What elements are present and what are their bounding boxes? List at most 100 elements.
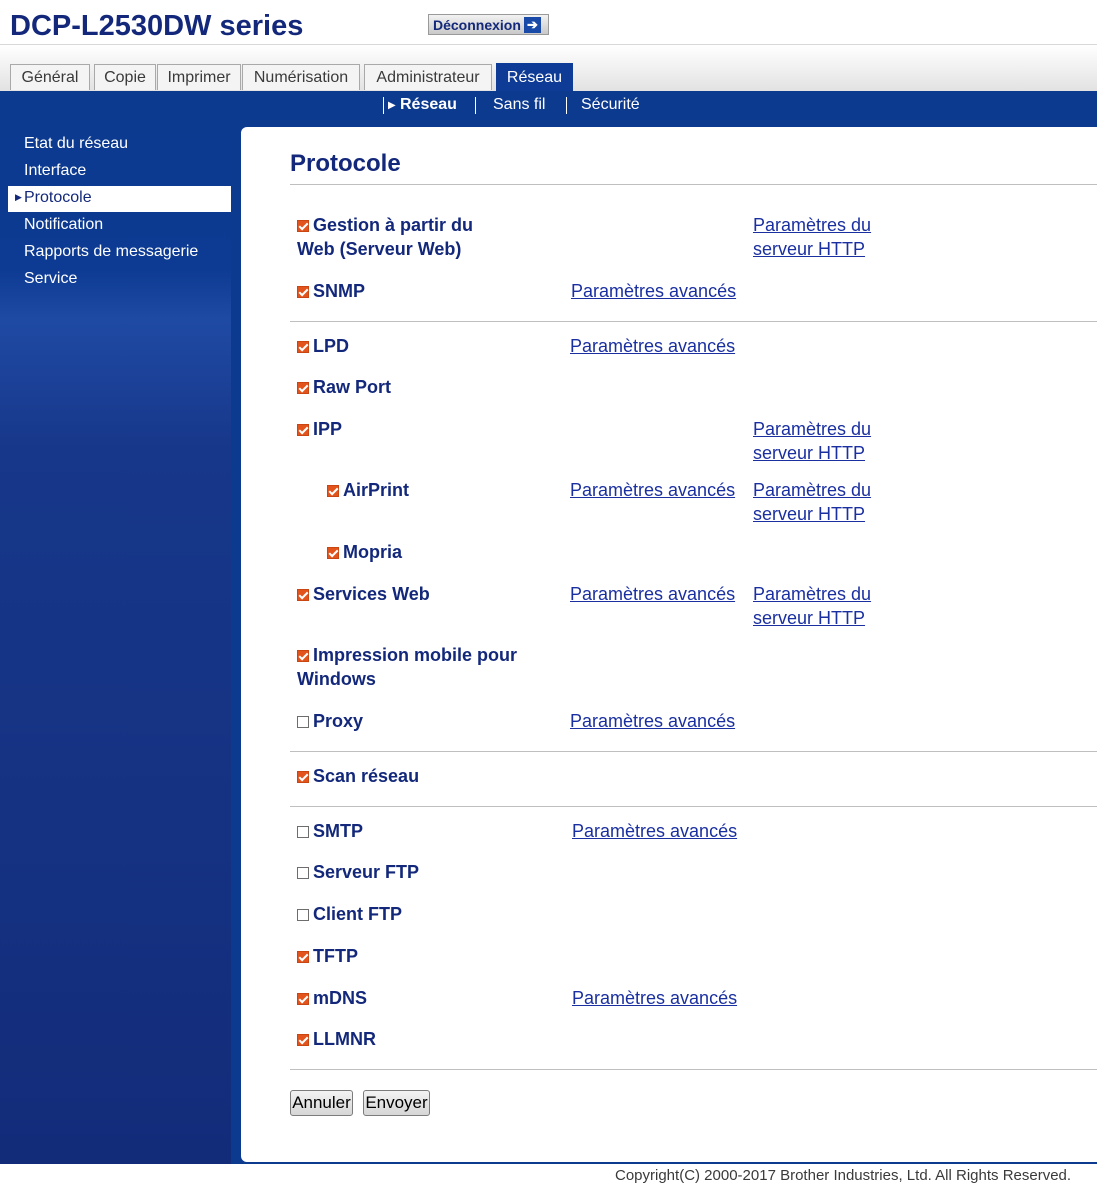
link-line: serveur HTTP — [753, 608, 866, 628]
tab-numerisation[interactable]: Numérisation — [242, 64, 360, 90]
airprint-checkbox[interactable] — [327, 485, 339, 497]
snmp-label: SNMP — [313, 281, 366, 301]
ftp-client-checkbox[interactable] — [297, 909, 309, 921]
ftp-client-label: Client FTP — [313, 904, 402, 924]
snmp-checkbox[interactable] — [297, 286, 309, 298]
subnav-item-sans-fil[interactable]: Sans fil — [493, 96, 545, 114]
subnav-item-securite[interactable]: Sécurité — [581, 96, 640, 114]
row-raw-port: Raw Port — [297, 375, 391, 399]
lpd-advanced-link[interactable]: Paramètres avancés — [570, 334, 735, 358]
sidebar-item-rapports[interactable]: Rapports de messagerie — [24, 243, 198, 261]
ftp-server-label: Serveur FTP — [313, 862, 420, 882]
mdns-advanced-link[interactable]: Paramètres avancés — [572, 986, 737, 1010]
sidebar-item-service[interactable]: Service — [24, 270, 77, 288]
scan-checkbox[interactable] — [297, 771, 309, 783]
mopria-label: Mopria — [343, 542, 403, 562]
mdns-label: mDNS — [313, 988, 368, 1008]
sidebar-item-protocole[interactable]: Protocole — [24, 189, 92, 207]
airprint-label: AirPrint — [343, 480, 410, 500]
section-divider — [290, 806, 1097, 807]
logout-label: Déconnexion — [433, 16, 521, 33]
web-services-http-settings-link[interactable]: Paramètres du serveur HTTP — [753, 582, 871, 630]
web-services-advanced-link[interactable]: Paramètres avancés — [570, 582, 735, 606]
section-divider — [290, 1069, 1097, 1070]
lpd-checkbox[interactable] — [297, 341, 309, 353]
sidebar-item-notification[interactable]: Notification — [24, 216, 103, 234]
sidebar-item-etat-reseau[interactable]: Etat du réseau — [24, 135, 128, 153]
triangle-right-icon: ▶ — [15, 192, 22, 202]
raw-port-label: Raw Port — [313, 377, 392, 397]
title-divider — [290, 184, 1097, 185]
row-mobile-print: Impression mobile pour Windows — [297, 643, 517, 691]
triangle-right-icon: ▶ — [388, 100, 396, 111]
submit-button[interactable]: Envoyer — [363, 1090, 430, 1116]
proxy-checkbox[interactable] — [297, 716, 309, 728]
model-title: DCP-L2530DW series — [10, 10, 304, 42]
tftp-checkbox[interactable] — [297, 951, 309, 963]
smtp-checkbox[interactable] — [297, 826, 309, 838]
llmnr-label: LLMNR — [313, 1029, 376, 1049]
header: DCP-L2530DW series Déconnexion ➔ — [0, 0, 1097, 45]
row-scan: Scan réseau — [297, 764, 419, 788]
row-proxy: Proxy — [297, 709, 363, 733]
ipp-label: IPP — [313, 419, 343, 439]
airprint-advanced-link[interactable]: Paramètres avancés — [570, 478, 735, 502]
proxy-advanced-link[interactable]: Paramètres avancés — [570, 709, 735, 733]
tab-imprimer[interactable]: Imprimer — [157, 64, 241, 90]
snmp-advanced-link[interactable]: Paramètres avancés — [571, 279, 736, 303]
llmnr-checkbox[interactable] — [297, 1034, 309, 1046]
mobile-print-checkbox[interactable] — [297, 650, 309, 662]
web-server-checkbox[interactable] — [297, 220, 309, 232]
proxy-label: Proxy — [313, 711, 364, 731]
tab-general[interactable]: Général — [10, 64, 90, 90]
tab-reseau[interactable]: Réseau — [496, 63, 573, 91]
mobile-print-label: Impression mobile pour — [313, 645, 518, 665]
row-airprint: AirPrint — [327, 478, 409, 502]
section-divider — [290, 321, 1097, 322]
row-ftp-server: Serveur FTP — [297, 860, 419, 884]
subnav-item-reseau[interactable]: Réseau — [400, 96, 457, 114]
sidebar-item-interface[interactable]: Interface — [24, 162, 86, 180]
mdns-checkbox[interactable] — [297, 993, 309, 1005]
ipp-checkbox[interactable] — [297, 424, 309, 436]
lpd-label: LPD — [313, 336, 349, 356]
tab-administrateur[interactable]: Administrateur — [364, 64, 492, 90]
smtp-label: SMTP — [313, 821, 364, 841]
page-title: Protocole — [290, 150, 401, 177]
tftp-label: TFTP — [313, 946, 358, 966]
web-http-settings-link[interactable]: Paramètres du serveur HTTP — [753, 213, 871, 261]
link-line: serveur HTTP — [753, 504, 866, 524]
link-line: Paramètres du — [753, 584, 872, 604]
row-ipp: IPP — [297, 417, 342, 441]
row-ftp-client: Client FTP — [297, 902, 402, 926]
sub-navigation: ▶ Réseau Sans fil Sécurité — [0, 91, 1097, 119]
subnav-divider — [383, 97, 384, 114]
copyright-text: Copyright(C) 2000-2017 Brother Industrie… — [615, 1167, 1072, 1184]
airprint-http-settings-link[interactable]: Paramètres du serveur HTTP — [753, 478, 871, 526]
raw-port-checkbox[interactable] — [297, 382, 309, 394]
tab-copie[interactable]: Copie — [94, 64, 156, 90]
section-divider — [290, 751, 1097, 752]
link-line: Paramètres du — [753, 480, 872, 500]
main-tabs: Général Copie Imprimer Numérisation Admi… — [0, 45, 1097, 91]
ipp-http-settings-link[interactable]: Paramètres du serveur HTTP — [753, 417, 871, 465]
row-web-server: Gestion à partir du Web (Serveur Web) — [297, 213, 473, 261]
mobile-print-label-2: Windows — [297, 669, 376, 689]
ftp-server-checkbox[interactable] — [297, 867, 309, 879]
row-mdns: mDNS — [297, 986, 367, 1010]
web-server-label: Gestion à partir du — [313, 215, 474, 235]
web-services-label: Services Web — [313, 584, 430, 604]
subnav-divider — [566, 97, 567, 114]
smtp-advanced-link[interactable]: Paramètres avancés — [572, 819, 737, 843]
row-mopria: Mopria — [327, 540, 402, 564]
web-services-checkbox[interactable] — [297, 589, 309, 601]
link-line: Paramètres du — [753, 215, 872, 235]
logout-button[interactable]: Déconnexion ➔ — [428, 14, 549, 35]
subnav-divider — [475, 97, 476, 114]
row-llmnr: LLMNR — [297, 1027, 376, 1051]
mopria-checkbox[interactable] — [327, 547, 339, 559]
cancel-button[interactable]: Annuler — [290, 1090, 353, 1116]
row-lpd: LPD — [297, 334, 349, 358]
row-smtp: SMTP — [297, 819, 363, 843]
arrow-right-icon: ➔ — [523, 16, 541, 33]
